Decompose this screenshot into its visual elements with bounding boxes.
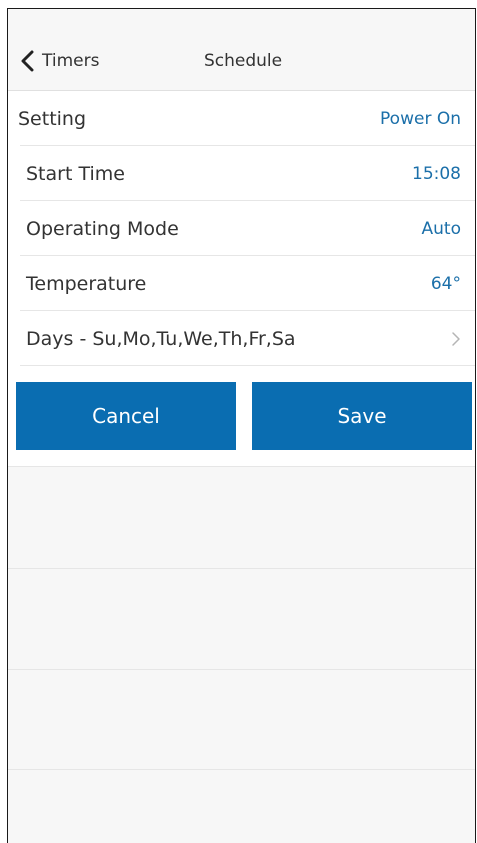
setting-row[interactable]: Setting Power On xyxy=(8,91,475,146)
action-bar: Cancel Save xyxy=(8,366,475,467)
cancel-button[interactable]: Cancel xyxy=(16,382,236,450)
save-button[interactable]: Save xyxy=(252,382,472,450)
navigation-bar: Timers Schedule xyxy=(8,9,475,91)
chevron-right-icon xyxy=(452,331,460,346)
page-title: Schedule xyxy=(204,51,283,71)
days-row[interactable]: Days - Su,Mo,Tu,We,Th,Fr,Sa xyxy=(8,311,475,366)
chevron-left-icon xyxy=(21,50,34,72)
start-time-label: Start Time xyxy=(26,162,125,185)
settings-list: Setting Power On Start Time 15:08 Operat… xyxy=(8,91,475,366)
temperature-label: Temperature xyxy=(26,272,147,295)
empty-row-divider xyxy=(8,669,475,670)
temperature-row[interactable]: Temperature 64° xyxy=(8,256,475,311)
temperature-value: 64° xyxy=(430,273,461,294)
empty-row-divider xyxy=(8,769,475,770)
operating-mode-value: Auto xyxy=(421,218,461,239)
back-button[interactable]: Timers xyxy=(18,50,99,72)
app-screen: Timers Schedule Setting Power On Start T… xyxy=(7,8,476,843)
setting-label: Setting xyxy=(18,107,87,130)
start-time-row[interactable]: Start Time 15:08 xyxy=(8,146,475,201)
setting-value: Power On xyxy=(380,108,461,129)
operating-mode-row[interactable]: Operating Mode Auto xyxy=(8,201,475,256)
back-label: Timers xyxy=(42,51,100,71)
operating-mode-label: Operating Mode xyxy=(26,217,179,240)
empty-row-divider xyxy=(8,568,475,569)
days-label: Days - Su,Mo,Tu,We,Th,Fr,Sa xyxy=(26,327,296,350)
start-time-value: 15:08 xyxy=(412,163,461,184)
